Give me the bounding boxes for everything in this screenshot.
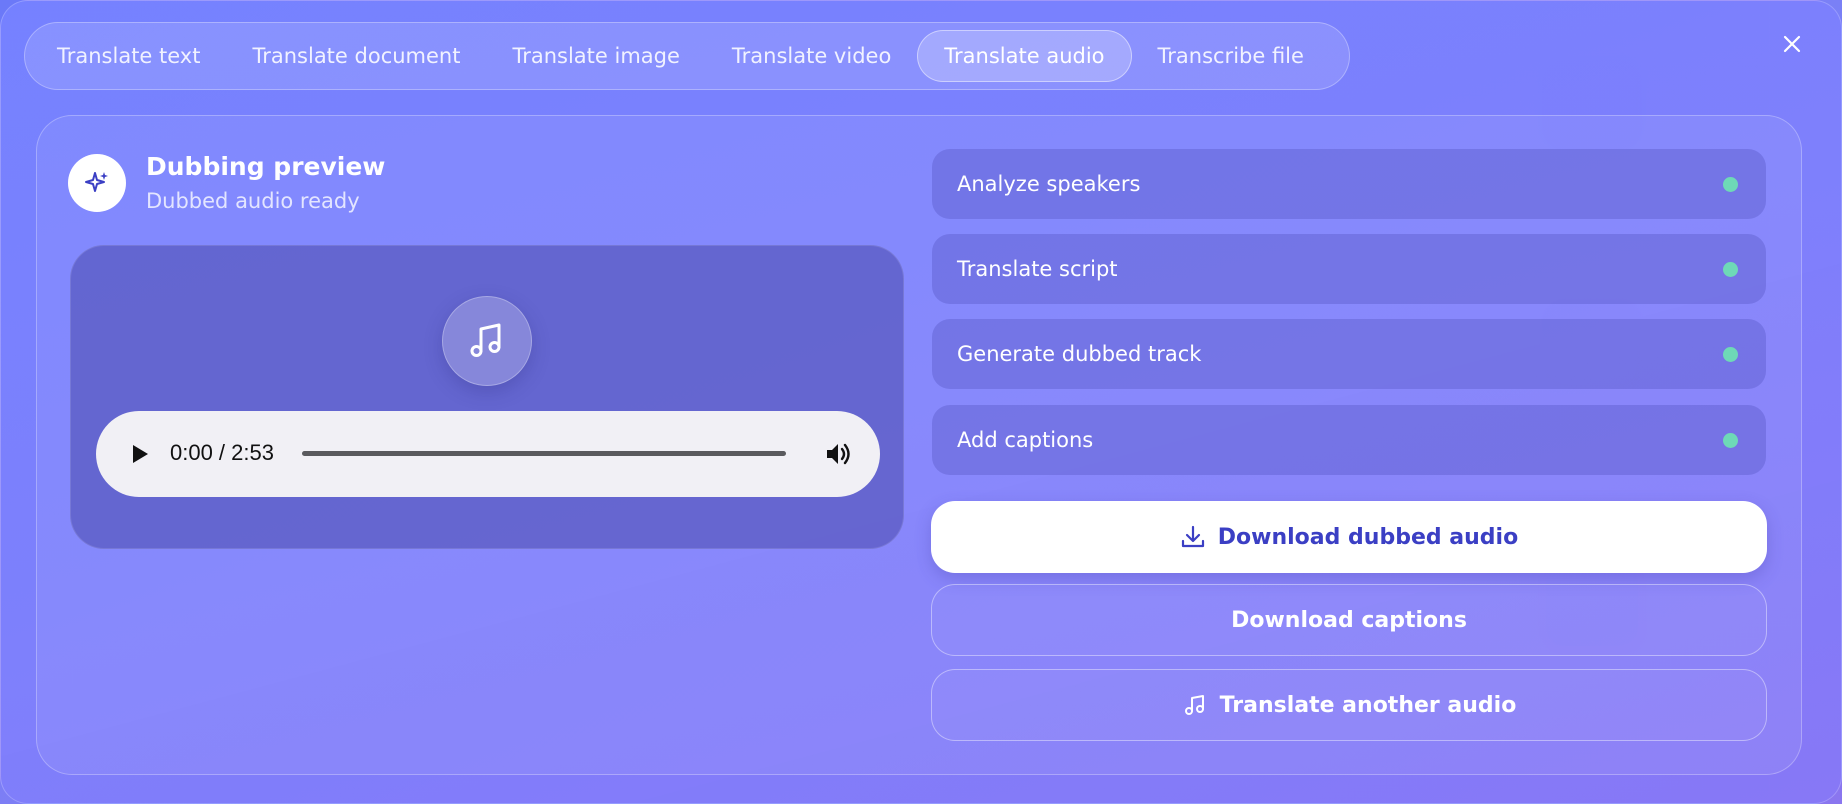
music-note-icon xyxy=(1184,695,1204,715)
status-dot xyxy=(1723,177,1738,192)
tab-translate-image[interactable]: Translate image xyxy=(486,30,705,82)
status-dot xyxy=(1723,347,1738,362)
translate-another-audio-label: Translate another audio xyxy=(1219,692,1517,718)
step-analyze-speakers: Analyze speakers xyxy=(932,149,1766,219)
tab-translate-document[interactable]: Translate document xyxy=(226,30,486,82)
status-dot xyxy=(1723,262,1738,277)
download-dubbed-audio-label: Download dubbed audio xyxy=(1217,524,1519,550)
status-dot xyxy=(1723,433,1738,448)
download-captions-button[interactable]: Download captions xyxy=(931,584,1767,656)
download-icon xyxy=(1181,525,1204,548)
play-icon[interactable] xyxy=(130,443,150,465)
step-add-captions: Add captions xyxy=(932,405,1766,475)
translate-another-audio-button[interactable]: Translate another audio xyxy=(931,669,1767,741)
tab-transcribe-file[interactable]: Transcribe file xyxy=(1132,30,1330,82)
tab-translate-audio[interactable]: Translate audio xyxy=(917,30,1132,82)
download-dubbed-audio-button[interactable]: Download dubbed audio xyxy=(931,501,1767,573)
mode-tabs: Translate text Translate document Transl… xyxy=(24,22,1350,90)
audio-seek-bar[interactable] xyxy=(302,451,786,456)
step-label: Add captions xyxy=(957,428,1094,452)
close-button[interactable] xyxy=(1775,27,1809,61)
step-label: Generate dubbed track xyxy=(957,342,1202,366)
download-captions-label: Download captions xyxy=(1231,607,1467,633)
volume-icon[interactable] xyxy=(824,440,852,468)
step-label: Analyze speakers xyxy=(957,172,1141,196)
audio-time: 0:00 / 2:53 xyxy=(170,440,274,465)
sparkle-badge xyxy=(68,154,126,212)
preview-subtitle: Dubbed audio ready xyxy=(146,189,360,213)
music-badge xyxy=(442,296,532,386)
preview-title: Dubbing preview xyxy=(146,152,386,181)
step-translate-script: Translate script xyxy=(932,234,1766,304)
step-generate-dubbed-track: Generate dubbed track xyxy=(932,319,1766,389)
sparkle-icon xyxy=(85,172,108,192)
close-icon xyxy=(1783,35,1801,53)
audio-player-card xyxy=(70,245,904,549)
tab-translate-text[interactable]: Translate text xyxy=(31,30,226,82)
tab-translate-video[interactable]: Translate video xyxy=(706,30,917,82)
music-note-icon xyxy=(470,323,501,357)
step-label: Translate script xyxy=(957,257,1118,281)
